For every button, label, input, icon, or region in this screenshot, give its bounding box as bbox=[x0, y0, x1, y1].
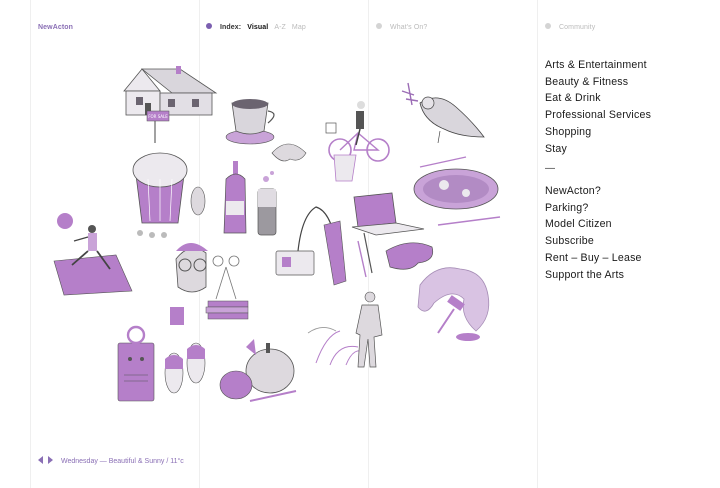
palette-icon[interactable] bbox=[357, 232, 434, 278]
face-icon[interactable] bbox=[175, 243, 208, 293]
pumpkin-icon[interactable] bbox=[219, 339, 297, 402]
teacup-icon[interactable] bbox=[225, 99, 275, 145]
bread-icon[interactable] bbox=[190, 186, 206, 216]
muffin-icon[interactable] bbox=[132, 152, 188, 224]
plate-icon[interactable] bbox=[413, 168, 499, 210]
bottle-icon[interactable] bbox=[170, 307, 184, 325]
next-arrow-icon[interactable] bbox=[48, 456, 53, 464]
id-card-icon[interactable] bbox=[275, 206, 347, 286]
whats-on-link[interactable]: What's On? bbox=[390, 24, 427, 31]
nav-visual-link[interactable]: Visual bbox=[247, 24, 268, 31]
fork-icon[interactable] bbox=[419, 156, 467, 168]
door-hanger-icon[interactable] bbox=[117, 325, 155, 402]
menu-separator: — bbox=[545, 163, 555, 174]
books-icon[interactable] bbox=[205, 255, 249, 320]
category-shopping[interactable]: Shopping bbox=[545, 124, 651, 141]
man-figure-icon[interactable] bbox=[355, 291, 383, 368]
house-icon[interactable]: FOR SALE bbox=[123, 66, 218, 143]
category-beauty[interactable]: Beauty & Fitness bbox=[545, 74, 651, 91]
whats-on-nav[interactable]: What's On? bbox=[376, 23, 427, 31]
category-professional[interactable]: Professional Services bbox=[545, 107, 651, 124]
wine-bottle-icon[interactable] bbox=[223, 161, 247, 234]
column-divider-4 bbox=[537, 0, 538, 488]
weather-bar: Wednesday — Beautiful & Sunny / 11°c bbox=[38, 456, 184, 465]
jar-icon[interactable] bbox=[257, 171, 277, 236]
link-parking[interactable]: Parking? bbox=[545, 200, 642, 217]
bird-icon[interactable] bbox=[401, 82, 485, 144]
pebble-icon bbox=[149, 232, 155, 238]
inactive-dot-icon bbox=[376, 23, 382, 30]
illustration-collage: FOR SALE bbox=[53, 66, 501, 402]
pebble-icon bbox=[137, 230, 143, 236]
yoga-mat-icon[interactable] bbox=[53, 225, 133, 296]
laptop-icon[interactable] bbox=[351, 192, 425, 236]
inactive-dot-icon bbox=[545, 23, 551, 30]
active-dot-icon bbox=[206, 23, 212, 30]
index-label: Index: bbox=[220, 24, 242, 31]
category-list: Arts & Entertainment Beauty & Fitness Ea… bbox=[545, 57, 651, 157]
link-rent-buy-lease[interactable]: Rent – Buy – Lease bbox=[545, 250, 642, 267]
community-nav[interactable]: Community bbox=[545, 23, 595, 31]
category-arts[interactable]: Arts & Entertainment bbox=[545, 57, 651, 74]
link-subscribe[interactable]: Subscribe bbox=[545, 233, 642, 250]
community-link[interactable]: Community bbox=[559, 24, 595, 31]
slippers-icon[interactable] bbox=[164, 342, 206, 394]
nav-az-link[interactable]: A-Z bbox=[274, 24, 286, 31]
prev-arrow-icon[interactable] bbox=[38, 456, 43, 464]
index-nav: Index: Visual A-Z Map bbox=[206, 23, 306, 31]
category-stay[interactable]: Stay bbox=[545, 141, 651, 158]
info-links: NewActon? Parking? Model Citizen Subscri… bbox=[545, 183, 642, 283]
house-sign-text: FOR SALE bbox=[148, 114, 168, 119]
link-newacton[interactable]: NewActon? bbox=[545, 183, 642, 200]
croissant-icon[interactable] bbox=[271, 143, 307, 162]
cyclist-icon[interactable] bbox=[325, 101, 390, 182]
brand-logo[interactable]: NewActon bbox=[38, 24, 73, 31]
weather-text: Wednesday — Beautiful & Sunny / 11°c bbox=[61, 457, 184, 465]
column-divider-1 bbox=[30, 0, 31, 488]
link-model-citizen[interactable]: Model Citizen bbox=[545, 216, 642, 233]
link-support-arts[interactable]: Support the Arts bbox=[545, 267, 642, 284]
category-eat[interactable]: Eat & Drink bbox=[545, 90, 651, 107]
knife-icon[interactable] bbox=[437, 216, 501, 226]
nav-map-link[interactable]: Map bbox=[292, 24, 306, 31]
pebble-icon bbox=[161, 232, 167, 238]
ball-icon[interactable] bbox=[57, 213, 73, 229]
